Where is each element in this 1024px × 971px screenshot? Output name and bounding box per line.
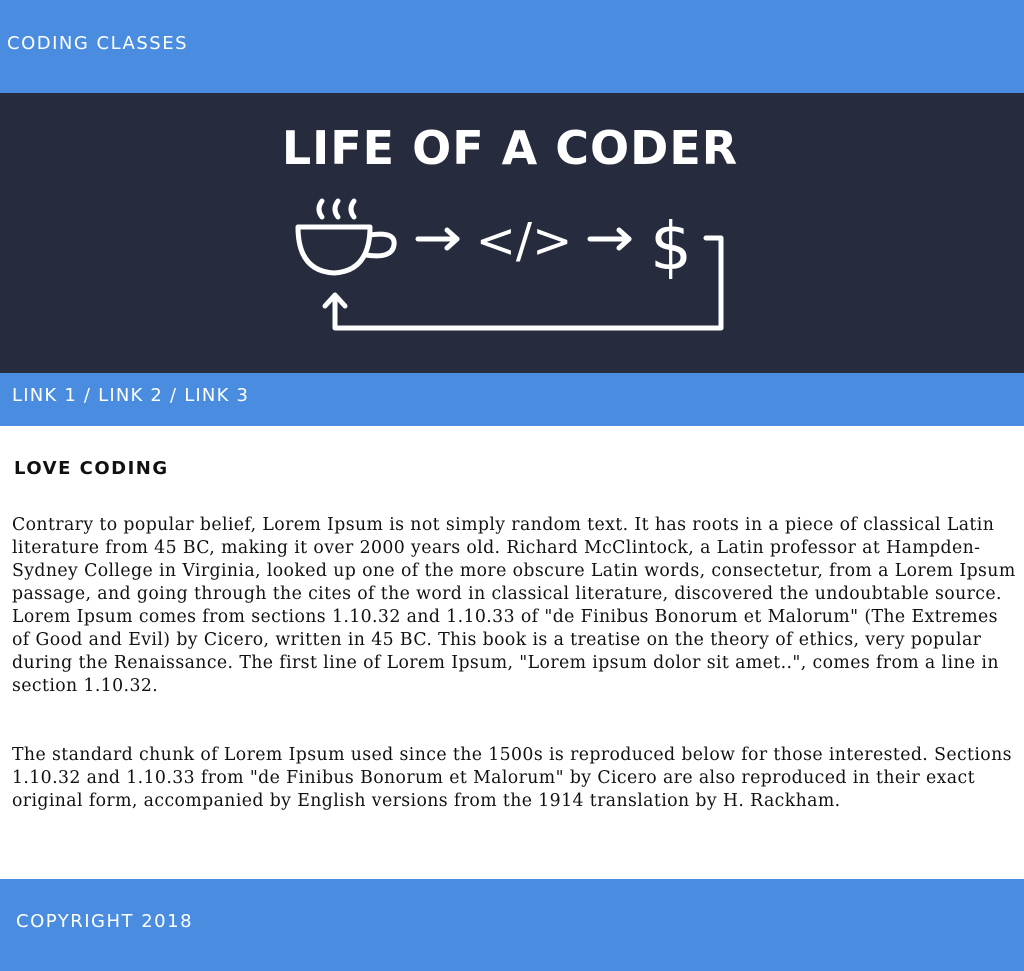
nav-separator: / <box>83 385 92 406</box>
code-tag-icon: </> <box>476 213 573 269</box>
nav-link-1[interactable]: LINK 1 <box>12 385 77 406</box>
main-content: LOVE CODING Contrary to popular belief, … <box>0 426 1024 879</box>
section-heading: LOVE CODING <box>14 458 169 479</box>
dollar-icon: $ <box>650 208 692 285</box>
hero-illustration: </> $ <box>295 198 724 331</box>
body-paragraph: Contrary to popular belief, Lorem Ipsum … <box>12 515 1016 696</box>
top-bar: CODING CLASSES <box>0 0 1024 93</box>
nav-links: LINK 1 / LINK 2 / LINK 3 <box>12 385 249 406</box>
arrow-right-icon <box>587 227 632 251</box>
site-title[interactable]: CODING CLASSES <box>7 33 188 54</box>
coffee-cup-icon <box>295 198 397 276</box>
nav-bar: LINK 1 / LINK 2 / LINK 3 <box>0 373 1024 426</box>
body-paragraph: The standard chunk of Lorem Ipsum used s… <box>12 745 1012 811</box>
arrow-right-icon <box>415 227 460 251</box>
hero-banner: LIFE OF A CODER </> $ <box>0 93 1024 373</box>
copyright-text: COPYRIGHT 2018 <box>16 911 194 932</box>
nav-separator: / <box>170 385 178 406</box>
footer: COPYRIGHT 2018 <box>0 879 1024 971</box>
nav-link-3[interactable]: LINK 3 <box>184 385 249 406</box>
nav-link-2[interactable]: LINK 2 <box>98 385 163 406</box>
